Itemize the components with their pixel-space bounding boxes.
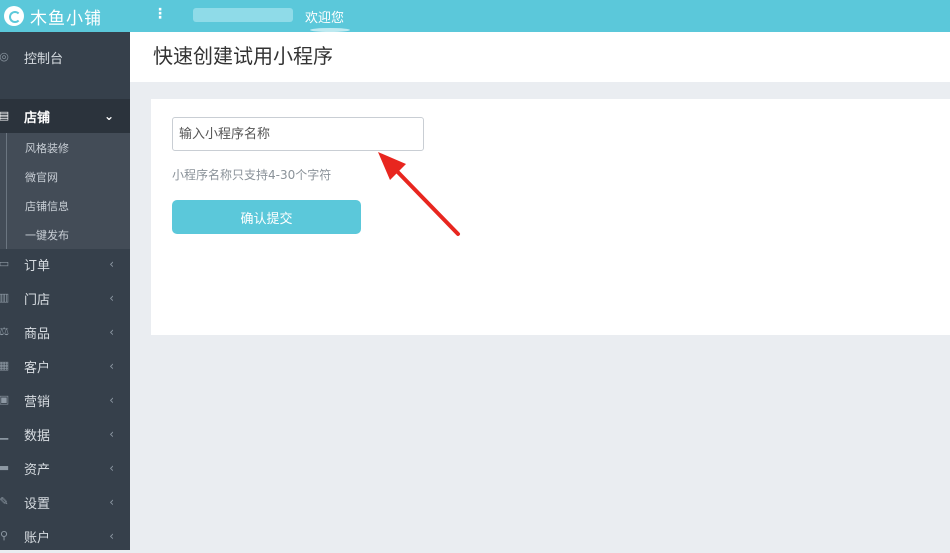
submenu-item-label: 风格装修 [25, 141, 69, 155]
goods-icon: ⚖ [0, 325, 9, 338]
sidebar-item-label: 设置 [24, 496, 51, 512]
sidebar-item-store[interactable]: ▤ 店铺 ⌄ [0, 99, 130, 133]
submenu-item-label: 店铺信息 [25, 199, 69, 213]
sidebar-item-dashboard[interactable]: ◎ 控制台 [0, 40, 130, 74]
welcome-text: 欢迎您 [305, 11, 345, 26]
sidebar-item-label: 数据 [24, 428, 51, 444]
blurred-username [193, 8, 293, 22]
submenu-item-publish[interactable]: 一键发布 [0, 220, 130, 249]
sidebar-item-label: 商品 [24, 326, 51, 342]
shop-icon: ▥ [0, 291, 10, 304]
order-icon: ▭ [0, 257, 10, 270]
sidebar: ◎ 控制台 ▤ 店铺 ⌄ 风格装修 微官网 店铺信息 一键发布 ▭ 订单 ‹ ▥… [0, 32, 130, 550]
submenu-item-store-info[interactable]: 店铺信息 [0, 191, 130, 220]
top-bar: 木鱼小铺 ⋮ 欢迎您 [0, 0, 950, 32]
sidebar-item-label: 门店 [24, 292, 51, 308]
account-icon: ⚲ [0, 529, 9, 542]
marketing-icon: ▣ [0, 393, 10, 406]
sidebar-item-label: 账户 [24, 530, 51, 546]
sidebar-item-marketing[interactable]: ▣ 营销 ‹ [0, 383, 130, 417]
logo-icon [4, 6, 24, 26]
dashboard-icon: ◎ [0, 50, 9, 63]
red-arrow-annotation [378, 152, 460, 236]
brand-logo[interactable]: 木鱼小铺 [4, 3, 102, 29]
sidebar-item-stores[interactable]: ▥ 门店 ‹ [0, 281, 130, 315]
chevron-left-icon: ‹ [109, 461, 114, 475]
sidebar-item-orders[interactable]: ▭ 订单 ‹ [0, 247, 130, 281]
sidebar-item-account[interactable]: ⚲ 账户 ‹ [0, 519, 130, 553]
sidebar-item-customers[interactable]: ▦ 客户 ‹ [0, 349, 130, 383]
sidebar-item-assets[interactable]: ▬ 资产 ‹ [0, 451, 130, 485]
sidebar-item-goods[interactable]: ⚖ 商品 ‹ [0, 315, 130, 349]
name-length-hint: 小程序名称只支持4-30个字符 [172, 168, 332, 182]
sidebar-item-label: 营销 [24, 394, 51, 410]
submenu-item-style[interactable]: 风格装修 [0, 133, 130, 162]
sidebar-item-label: 资产 [24, 462, 51, 478]
miniprogram-name-input[interactable] [172, 117, 424, 151]
sidebar-item-data[interactable]: ▁ 数据 ‹ [0, 417, 130, 451]
chevron-down-icon: ⌄ [103, 109, 114, 123]
wrench-icon: ✎ [0, 495, 9, 508]
submenu-item-microsite[interactable]: 微官网 [0, 162, 130, 191]
chart-icon: ▁ [0, 427, 9, 440]
submenu-item-label: 一键发布 [25, 228, 69, 242]
wallet-icon: ▬ [0, 461, 10, 474]
sidebar-item-label: 店铺 [24, 110, 51, 126]
customer-icon: ▦ [0, 359, 10, 372]
submit-button[interactable]: 确认提交 [172, 200, 361, 234]
arrow-shaft [388, 162, 460, 236]
chevron-left-icon: ‹ [109, 325, 114, 339]
vertical-dots-icon[interactable]: ⋮ [153, 6, 167, 22]
sidebar-item-label: 控制台 [24, 51, 64, 67]
submenu-item-label: 微官网 [25, 170, 58, 184]
store-submenu: 风格装修 微官网 店铺信息 一键发布 [0, 133, 130, 249]
sidebar-item-label: 订单 [24, 258, 51, 274]
chevron-left-icon: ‹ [109, 359, 114, 373]
chevron-left-icon: ‹ [109, 291, 114, 305]
chevron-left-icon: ‹ [109, 495, 114, 509]
chevron-left-icon: ‹ [109, 393, 114, 407]
store-icon: ▤ [0, 109, 10, 122]
brand-name: 木鱼小铺 [30, 8, 102, 29]
chevron-left-icon: ‹ [109, 427, 114, 441]
sidebar-item-settings[interactable]: ✎ 设置 ‹ [0, 485, 130, 519]
chevron-left-icon: ‹ [109, 529, 114, 543]
sidebar-item-label: 客户 [24, 360, 51, 376]
page-title: 快速创建试用小程序 [153, 44, 333, 68]
chevron-left-icon: ‹ [109, 257, 114, 271]
